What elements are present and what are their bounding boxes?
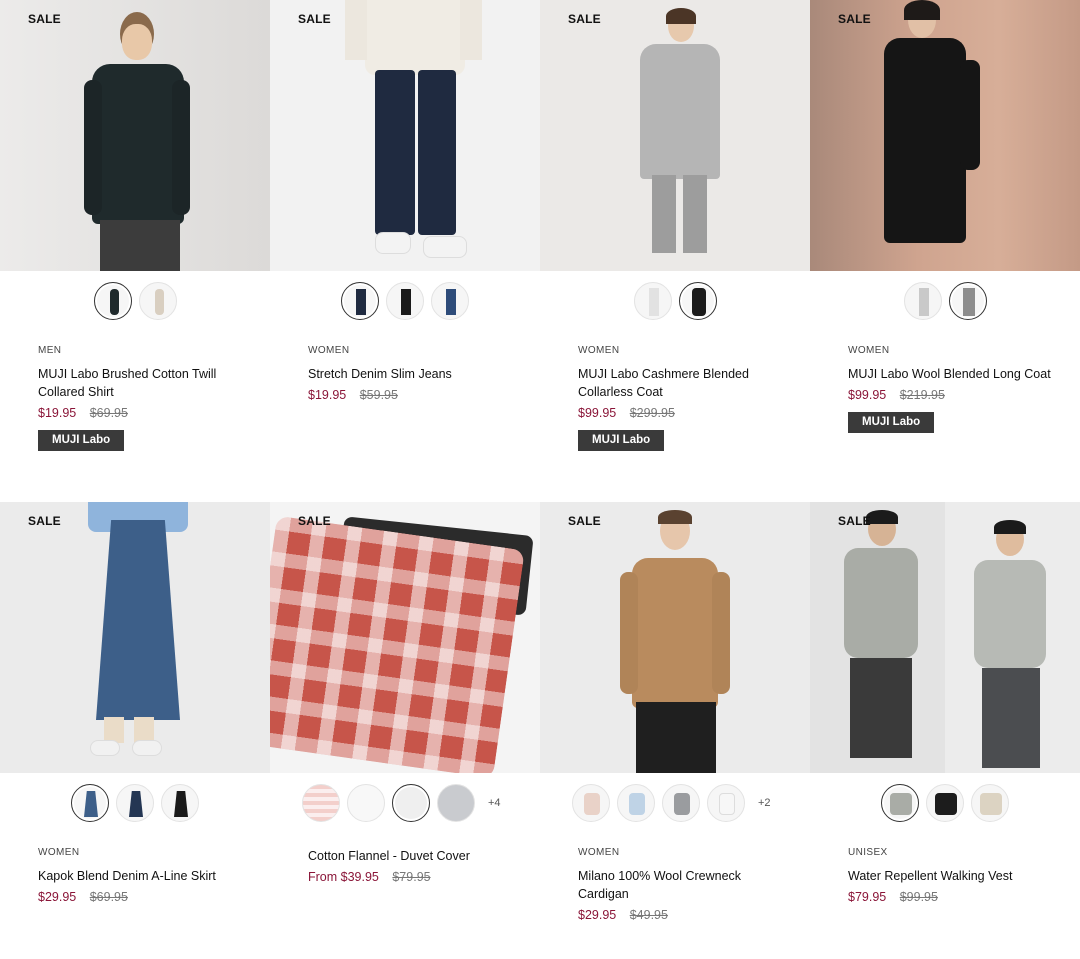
sale-label: SALE (838, 12, 871, 26)
original-price: $69.95 (89, 890, 128, 904)
swatch-light-gray[interactable] (903, 282, 942, 320)
product-card[interactable]: SALE WOMEN MUJI Labo Wool Blended Long C… (810, 0, 1080, 502)
color-swatches: +4 (270, 773, 540, 833)
swatch-beige[interactable] (971, 784, 1009, 822)
swatch-light-blue[interactable] (617, 784, 655, 822)
product-name[interactable]: Milano 100% Wool Crewneck Cardigan (578, 867, 782, 903)
original-price: $299.95 (629, 406, 675, 420)
sale-label: SALE (298, 514, 331, 528)
product-image[interactable] (810, 0, 1080, 271)
original-price: $219.95 (899, 388, 945, 402)
muji-labo-badge: MUJI Labo (848, 412, 935, 433)
product-card[interactable]: SALE +4 Cotton Flannel - Duvet Cover Fro… (270, 502, 540, 959)
product-name[interactable]: Water Repellent Walking Vest (848, 867, 1052, 885)
sale-price: $99.95 (578, 406, 617, 420)
product-image[interactable] (540, 0, 810, 271)
more-colors-count[interactable]: +2 (758, 797, 778, 809)
color-swatches (270, 271, 540, 331)
product-card[interactable]: SALE MEN MUJI Labo Brushed Cotton Twill … (0, 0, 270, 502)
product-card[interactable]: SALE UNISEX Water Repellent Walking Vest… (810, 502, 1080, 959)
sale-price: $99.95 (848, 388, 887, 402)
swatch-gray[interactable] (662, 784, 700, 822)
product-card[interactable]: SALE WOMEN Stretch Denim Slim Jeans $19.… (270, 0, 540, 502)
color-swatches (810, 773, 1080, 833)
color-swatches (0, 773, 270, 833)
swatch-off-white[interactable] (392, 784, 430, 822)
swatch-navy[interactable] (341, 282, 379, 320)
product-name[interactable]: Kapok Blend Denim A-Line Skirt (38, 867, 242, 885)
product-category: UNISEX (848, 847, 888, 858)
sale-price: $19.95 (38, 406, 77, 420)
more-colors-count[interactable]: +4 (488, 797, 508, 809)
product-category: WOMEN (38, 847, 80, 858)
sale-price: From $39.95 (308, 870, 379, 884)
product-name[interactable]: Stretch Denim Slim Jeans (308, 365, 512, 383)
swatch-black[interactable] (926, 784, 964, 822)
product-name[interactable]: Cotton Flannel - Duvet Cover (308, 847, 512, 865)
product-image[interactable] (540, 502, 810, 773)
sale-label: SALE (568, 12, 601, 26)
original-price: $79.95 (392, 870, 431, 884)
product-name[interactable]: MUJI Labo Wool Blended Long Coat (848, 365, 1052, 383)
muji-labo-badge: MUJI Labo (38, 430, 125, 451)
swatch-denim-blue[interactable] (71, 784, 109, 822)
product-grid: SALE MEN MUJI Labo Brushed Cotton Twill … (0, 0, 1080, 959)
product-image[interactable] (270, 502, 540, 773)
sale-price: $29.95 (578, 908, 617, 922)
muji-labo-badge: MUJI Labo (578, 430, 665, 451)
swatch-black[interactable] (678, 282, 717, 320)
product-card[interactable]: SALE WOMEN Kapok Blend Denim A-Line Skir… (0, 502, 270, 959)
swatch-pink-beige[interactable] (572, 784, 610, 822)
swatch-gray[interactable] (881, 784, 919, 822)
product-category: WOMEN (578, 345, 620, 356)
sale-label: SALE (298, 12, 331, 26)
product-category: WOMEN (578, 847, 620, 858)
swatch-light-gray[interactable] (633, 282, 672, 320)
swatch-white[interactable] (347, 784, 385, 822)
sale-price: $19.95 (308, 388, 347, 402)
product-category: MEN (38, 345, 62, 356)
original-price: $59.95 (359, 388, 398, 402)
product-image[interactable] (810, 502, 1080, 773)
sale-price: $79.95 (848, 890, 887, 904)
color-swatches (540, 271, 810, 331)
product-name[interactable]: MUJI Labo Cashmere Blended Collarless Co… (578, 365, 782, 401)
swatch-white[interactable] (707, 784, 745, 822)
original-price: $49.95 (629, 908, 668, 922)
swatch-blue[interactable] (431, 282, 469, 320)
original-price: $69.95 (89, 406, 128, 420)
swatch-beige[interactable] (138, 282, 177, 320)
product-category: WOMEN (308, 345, 350, 356)
swatch-pink-check[interactable] (302, 784, 340, 822)
sale-label: SALE (28, 514, 61, 528)
sale-price: $29.95 (38, 890, 77, 904)
color-swatches (0, 271, 270, 331)
swatch-dark-denim[interactable] (116, 784, 154, 822)
sale-label: SALE (28, 12, 61, 26)
swatch-gray[interactable] (437, 784, 475, 822)
product-category: WOMEN (848, 345, 890, 356)
original-price: $99.95 (899, 890, 938, 904)
color-swatches: +2 (540, 773, 810, 833)
product-card[interactable]: SALE WOMEN MUJI Labo Cashmere Blended Co… (540, 0, 810, 502)
product-image[interactable] (0, 502, 270, 773)
swatch-black[interactable] (161, 784, 199, 822)
sale-label: SALE (568, 514, 601, 528)
swatch-black[interactable] (386, 282, 424, 320)
color-swatches (810, 271, 1080, 331)
product-image[interactable] (0, 0, 270, 271)
product-card[interactable]: SALE +2 WOMEN Milano 100% Wool Crewneck … (540, 502, 810, 959)
product-image[interactable] (270, 0, 540, 271)
swatch-dark-navy[interactable] (93, 282, 132, 320)
sale-label: SALE (838, 514, 871, 528)
product-name[interactable]: MUJI Labo Brushed Cotton Twill Collared … (38, 365, 242, 401)
swatch-gray[interactable] (948, 282, 987, 320)
